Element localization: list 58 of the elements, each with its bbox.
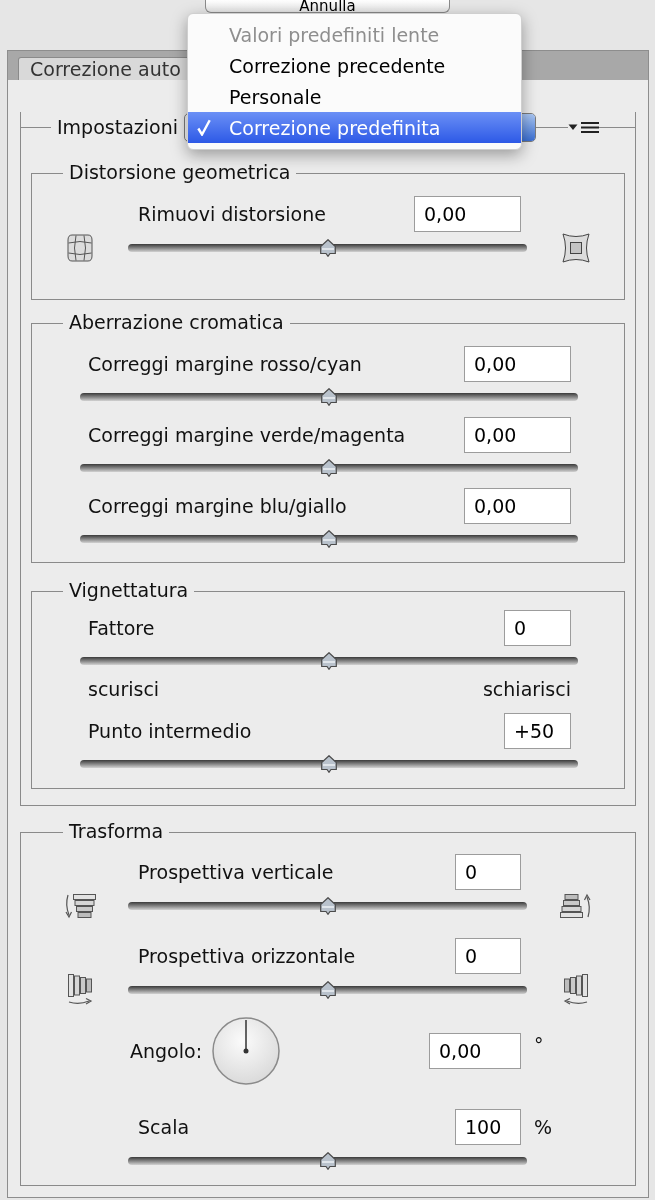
value-field[interactable]: 0,00 xyxy=(464,417,571,453)
value-field[interactable]: +50 xyxy=(504,713,571,749)
angle-dial[interactable] xyxy=(212,1017,281,1085)
slider-thumb[interactable] xyxy=(321,755,337,773)
settings-label: Impostazioni xyxy=(57,115,178,139)
menu-item[interactable]: Personale xyxy=(188,81,521,112)
value-field[interactable]: 0,00 xyxy=(414,196,521,232)
tapered-bars-icon xyxy=(64,893,96,919)
value-field[interactable]: 0 xyxy=(504,610,571,646)
setting-label: Correggi margine verde/magenta xyxy=(88,423,406,447)
slider-track[interactable] xyxy=(80,755,578,773)
setting-label: Rimuovi distorsione xyxy=(138,202,326,226)
setting-label: Scala xyxy=(138,1115,190,1139)
setting-label: Angolo: xyxy=(130,1039,203,1063)
range-max-label: schiarisci xyxy=(482,677,571,701)
slider-track[interactable] xyxy=(128,981,527,999)
slider-track[interactable] xyxy=(128,1152,527,1170)
slider-thumb[interactable] xyxy=(319,239,336,257)
value-field[interactable]: 0 xyxy=(455,938,521,974)
range-min-label: scurisci xyxy=(88,677,160,701)
slider-thumb[interactable] xyxy=(321,388,337,406)
unit-label: % xyxy=(534,1115,553,1139)
slider-thumb[interactable] xyxy=(319,1152,336,1170)
value-field[interactable]: 0,00 xyxy=(464,346,571,382)
value-field[interactable]: 0 xyxy=(455,854,521,890)
slider-thumb[interactable] xyxy=(321,652,337,670)
setting-label: Punto intermedio xyxy=(88,719,252,743)
tapered-bars-icon xyxy=(67,974,93,1006)
value-field[interactable]: 0,00 xyxy=(464,488,571,524)
slider-thumb[interactable] xyxy=(319,981,336,999)
slider-track[interactable] xyxy=(80,652,578,670)
setting-label: Correggi margine blu/giallo xyxy=(88,494,347,518)
slider-thumb[interactable] xyxy=(321,530,337,548)
slider-track[interactable] xyxy=(80,388,578,406)
setting-label: Fattore xyxy=(88,616,155,640)
menu-item[interactable]: Correzione predefinita xyxy=(188,112,521,143)
group-title: Aberrazione cromatica xyxy=(69,311,284,333)
setting-label: Correggi margine rosso/cyan xyxy=(88,352,362,376)
unit-label: ° xyxy=(534,1033,544,1057)
tapered-bars-icon xyxy=(562,974,589,1006)
slider-thumb[interactable] xyxy=(321,459,337,477)
cancel-button[interactable]: Annulla xyxy=(205,0,450,13)
group-title: Distorsione geometrica xyxy=(69,161,291,183)
group-title: Vignettatura xyxy=(69,579,189,601)
check-icon xyxy=(197,119,211,136)
slider-track[interactable] xyxy=(80,459,578,477)
slider-track[interactable] xyxy=(80,530,578,548)
setting-label: Prospettiva orizzontale xyxy=(138,944,356,968)
slider-thumb[interactable] xyxy=(319,897,336,915)
setting-label: Prospettiva verticale xyxy=(138,860,334,884)
slider-track[interactable] xyxy=(128,897,527,915)
group-title: Trasforma xyxy=(69,820,164,842)
tapered-bars-icon xyxy=(559,893,592,919)
value-field[interactable]: 100 xyxy=(455,1109,521,1145)
barrel-grid-icon xyxy=(67,234,93,262)
slider-track[interactable] xyxy=(128,239,527,257)
flyout-menu-icon[interactable] xyxy=(568,120,599,134)
value-field[interactable]: 0,00 xyxy=(429,1033,521,1069)
